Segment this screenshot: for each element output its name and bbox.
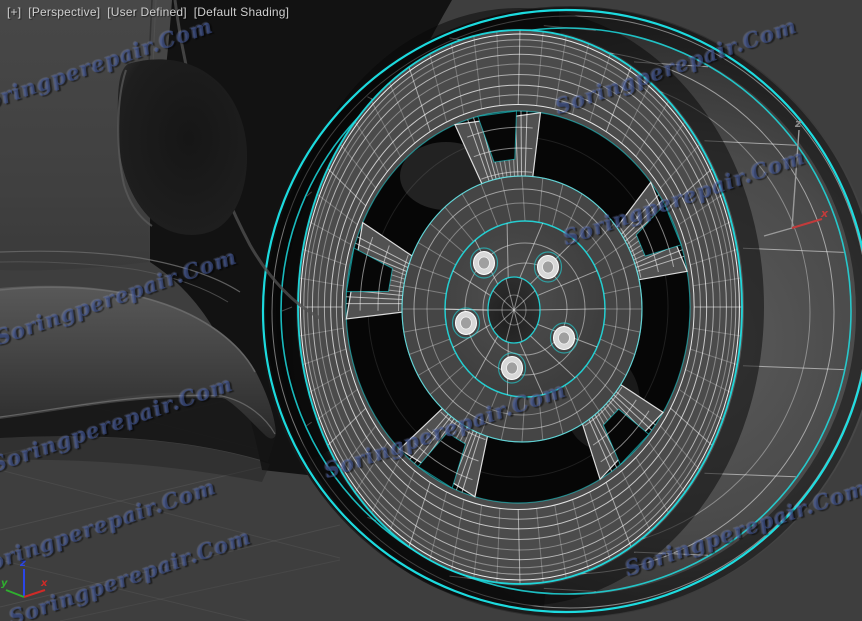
viewport-user-menu[interactable]: [User Defined] xyxy=(107,5,187,19)
world-axis-z-label: z xyxy=(19,558,26,569)
viewport-canvas[interactable]: z x z x y Soringperepair.Com Soringperepa… xyxy=(0,0,862,621)
world-axis-x-label: x xyxy=(40,578,48,589)
world-axis-y-label: y xyxy=(1,578,8,589)
tripod-x-label: x xyxy=(820,207,829,220)
viewport-label: [+] [Perspective] [User Defined] [Defaul… xyxy=(7,5,289,19)
hub[interactable] xyxy=(401,175,643,443)
scene-render[interactable]: z x z x y xyxy=(0,0,862,621)
viewport-shading-menu[interactable]: [Default Shading] xyxy=(194,5,289,19)
viewport-general-menu[interactable]: [+] xyxy=(7,5,21,19)
tripod-z-label: z xyxy=(794,117,802,130)
viewport-pov-menu[interactable]: [Perspective] xyxy=(28,5,100,19)
